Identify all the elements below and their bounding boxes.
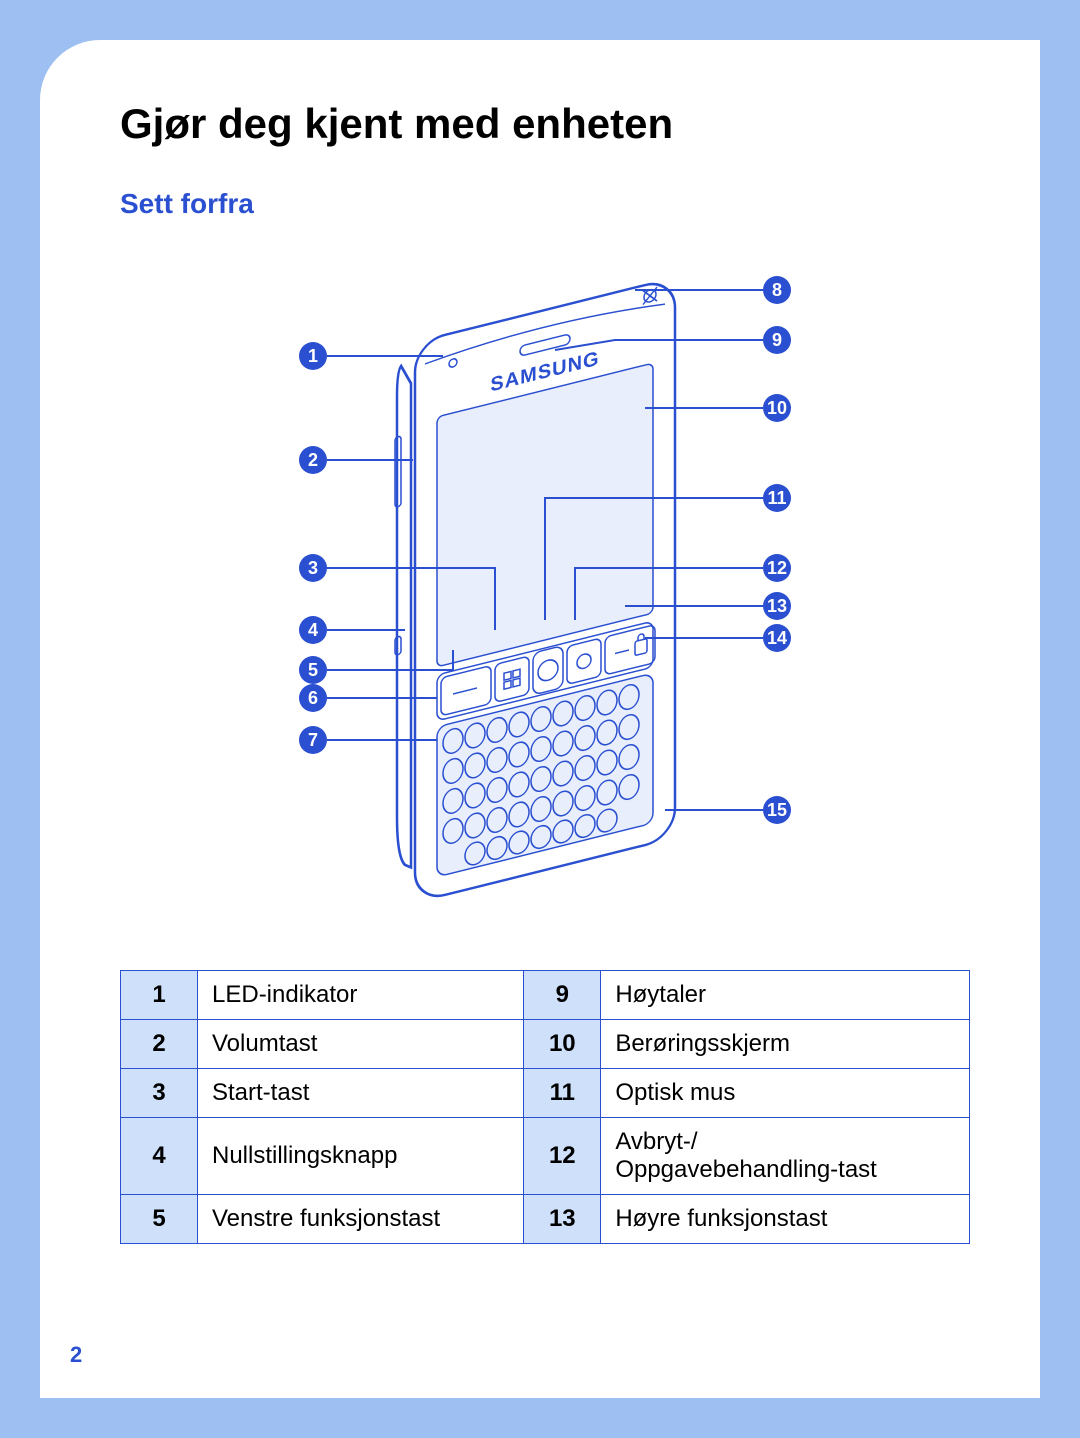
device-diagram: SAMSUNG bbox=[265, 250, 825, 930]
legend-label: LED-indikator bbox=[198, 971, 524, 1020]
table-row: 5 Venstre funksjonstast 13 Høyre funksjo… bbox=[121, 1195, 970, 1244]
svg-text:3: 3 bbox=[308, 558, 318, 578]
svg-text:8: 8 bbox=[772, 280, 782, 300]
svg-text:4: 4 bbox=[308, 620, 318, 640]
legend-num: 3 bbox=[121, 1069, 198, 1118]
page-number: 2 bbox=[70, 1342, 82, 1368]
svg-text:6: 6 bbox=[308, 688, 318, 708]
legend-num: 9 bbox=[524, 971, 601, 1020]
svg-text:10: 10 bbox=[767, 398, 787, 418]
legend-label: Nullstillingsknapp bbox=[198, 1118, 524, 1195]
svg-text:2: 2 bbox=[308, 450, 318, 470]
legend-label: Start-tast bbox=[198, 1069, 524, 1118]
legend-num: 2 bbox=[121, 1020, 198, 1069]
page-title: Gjør deg kjent med enheten bbox=[120, 100, 970, 148]
table-row: 4 Nullstillingsknapp 12 Avbryt-/ Oppgave… bbox=[121, 1118, 970, 1195]
legend-num: 11 bbox=[524, 1069, 601, 1118]
table-row: 2 Volumtast 10 Berøringsskjerm bbox=[121, 1020, 970, 1069]
legend-label: Høytaler bbox=[601, 971, 970, 1020]
legend-label: Venstre funksjonstast bbox=[198, 1195, 524, 1244]
legend-label: Optisk mus bbox=[601, 1069, 970, 1118]
legend-table: 1 LED-indikator 9 Høytaler 2 Volumtast 1… bbox=[120, 970, 970, 1244]
svg-text:7: 7 bbox=[308, 730, 318, 750]
callout-15: 15 bbox=[665, 796, 791, 824]
legend-num: 13 bbox=[524, 1195, 601, 1244]
svg-text:9: 9 bbox=[772, 330, 782, 350]
legend-num: 1 bbox=[121, 971, 198, 1020]
svg-text:11: 11 bbox=[767, 488, 786, 508]
svg-text:5: 5 bbox=[308, 660, 318, 680]
legend-label: Høyre funksjonstast bbox=[601, 1195, 970, 1244]
table-row: 3 Start-tast 11 Optisk mus bbox=[121, 1069, 970, 1118]
svg-text:1: 1 bbox=[308, 346, 318, 366]
legend-num: 10 bbox=[524, 1020, 601, 1069]
section-subtitle: Sett forfra bbox=[120, 188, 970, 220]
legend-label: Berøringsskjerm bbox=[601, 1020, 970, 1069]
legend-num: 5 bbox=[121, 1195, 198, 1244]
svg-text:14: 14 bbox=[767, 628, 787, 648]
table-row: 1 LED-indikator 9 Høytaler bbox=[121, 971, 970, 1020]
svg-text:12: 12 bbox=[767, 558, 787, 578]
legend-label: Avbryt-/ Oppgavebehandling-tast bbox=[601, 1118, 970, 1195]
callout-4: 4 bbox=[299, 616, 405, 644]
legend-num: 12 bbox=[524, 1118, 601, 1195]
svg-text:15: 15 bbox=[767, 800, 787, 820]
legend-num: 4 bbox=[121, 1118, 198, 1195]
manual-page: Gjør deg kjent med enheten Sett forfra bbox=[40, 40, 1040, 1398]
legend-label: Volumtast bbox=[198, 1020, 524, 1069]
svg-text:13: 13 bbox=[767, 596, 787, 616]
